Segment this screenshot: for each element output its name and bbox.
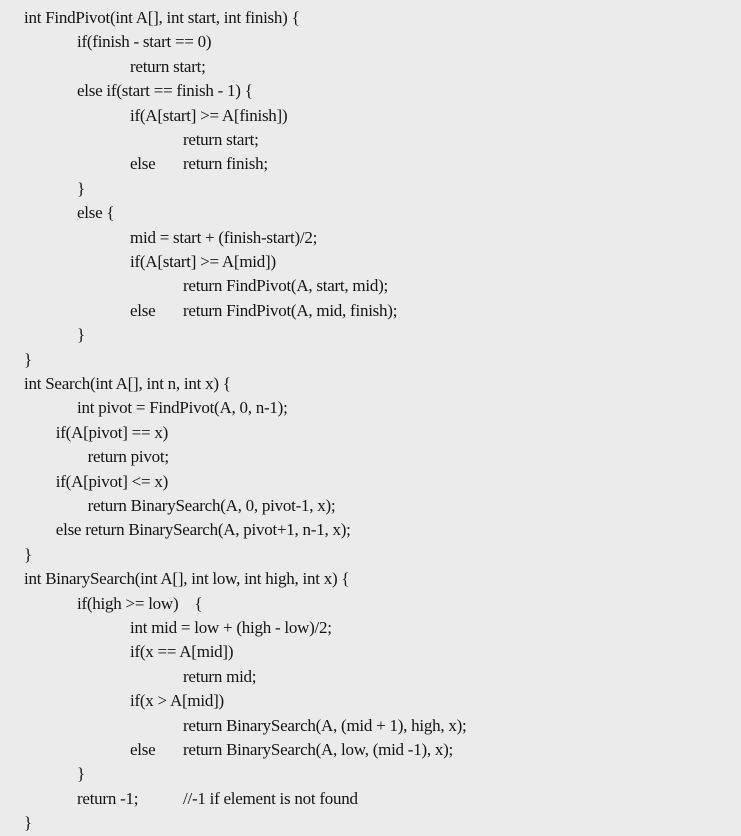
code-line-text: return mid; — [183, 666, 257, 686]
code-line-text: return start; — [130, 56, 206, 76]
code-line-text: if(x == A[mid]) — [130, 642, 234, 662]
code-listing: int FindPivot(int A[], int start, int fi… — [0, 0, 741, 832]
code-line-text: int mid = low + (high - low)/2; — [130, 618, 332, 637]
code-line-text: else — [130, 154, 156, 174]
code-line: else if(start == finish - 1) { — [0, 79, 741, 103]
code-line-text: else if(start == finish - 1) { — [77, 81, 253, 101]
code-line-text: } — [77, 325, 85, 345]
code-line: return pivot; — [0, 445, 741, 469]
code-line-text: else return BinarySearch(A, pivot+1, n-1… — [55, 520, 351, 540]
code-line: } — [0, 762, 741, 786]
code-line: int mid = low + (high - low)/2; — [0, 616, 741, 640]
code-line-text: mid = start + (finish-start)/2; — [130, 227, 318, 247]
code-line: return -1; //-1 if element is not found — [0, 787, 741, 811]
code-line: else return BinarySearch(A, low, (mid -1)… — [0, 738, 741, 762]
code-line-tail: //-1 if element is not found — [183, 788, 358, 808]
code-line-text: int Search(int A[], int n, int x) { — [24, 374, 231, 393]
code-line-text: } — [77, 178, 85, 198]
code-line-text: int FindPivot(int A[], int start, int fi… — [24, 8, 300, 27]
code-line-text: } — [24, 813, 32, 833]
code-line: if(A[pivot] <= x) — [0, 470, 741, 494]
code-line: } — [0, 323, 741, 347]
code-line-text: else { — [77, 203, 115, 223]
code-line-text: return start; — [183, 130, 259, 149]
code-line: if(finish - start == 0) — [0, 30, 741, 54]
code-line: return start; — [0, 55, 741, 79]
code-line: else return FindPivot(A, mid, finish); — [0, 299, 741, 323]
code-line: else return BinarySearch(A, pivot+1, n-1… — [0, 518, 741, 542]
code-line: if(A[pivot] == x) — [0, 421, 741, 445]
code-line-text: else — [130, 740, 156, 759]
code-line: mid = start + (finish-start)/2; — [0, 226, 741, 250]
code-line: int FindPivot(int A[], int start, int fi… — [0, 6, 741, 30]
code-line: } — [0, 177, 741, 201]
code-line: int Search(int A[], int n, int x) { — [0, 372, 741, 396]
code-line-text: else — [130, 300, 156, 320]
code-line-text: } — [24, 544, 32, 564]
code-line-tail: return BinarySearch(A, low, (mid -1), x)… — [183, 740, 454, 759]
code-line-text: } — [24, 349, 32, 369]
code-line-text: if(finish - start == 0) — [77, 32, 212, 52]
code-line-text: return BinarySearch(A, (mid + 1), high, … — [183, 715, 467, 735]
code-line: int BinarySearch(int A[], int low, int h… — [0, 567, 741, 591]
code-line-text: if(x > A[mid]) — [130, 691, 224, 711]
code-line-text: return pivot; — [87, 447, 170, 467]
code-line-text: if(A[start] >= A[finish]) — [130, 105, 288, 125]
code-line-text: return FindPivot(A, start, mid); — [183, 276, 388, 296]
code-line: if(x > A[mid]) — [0, 689, 741, 713]
code-line: } — [0, 348, 741, 372]
code-line: return BinarySearch(A, (mid + 1), high, … — [0, 714, 741, 738]
code-line-text: return -1; — [77, 788, 139, 808]
code-line-text: int BinarySearch(int A[], int low, int h… — [24, 569, 350, 589]
code-line: if(high >= low) { — [0, 592, 741, 616]
code-line: } — [0, 811, 741, 835]
code-line: else return finish; — [0, 152, 741, 176]
code-line-text: if(A[start] >= A[mid]) — [130, 252, 276, 271]
code-line: if(A[start] >= A[mid]) — [0, 250, 741, 274]
code-line-text: if(A[pivot] == x) — [55, 422, 168, 442]
code-line: return FindPivot(A, start, mid); — [0, 274, 741, 298]
code-line: if(x == A[mid]) — [0, 640, 741, 664]
code-line-text: int pivot = FindPivot(A, 0, n-1); — [77, 398, 288, 418]
code-line: else { — [0, 201, 741, 225]
code-line: } — [0, 543, 741, 567]
code-line: return mid; — [0, 665, 741, 689]
code-line: return BinarySearch(A, 0, pivot-1, x); — [0, 494, 741, 518]
code-line-text: } — [77, 764, 85, 784]
code-line: if(A[start] >= A[finish]) — [0, 104, 741, 128]
code-line: int pivot = FindPivot(A, 0, n-1); — [0, 396, 741, 420]
code-line-text: if(A[pivot] <= x) — [55, 471, 168, 491]
code-line-tail: return FindPivot(A, mid, finish); — [183, 300, 398, 320]
code-line: return start; — [0, 128, 741, 152]
code-line-text: if(high >= low) { — [77, 593, 203, 613]
code-line-tail: return finish; — [183, 154, 268, 174]
code-line-text: return BinarySearch(A, 0, pivot-1, x); — [87, 496, 336, 515]
